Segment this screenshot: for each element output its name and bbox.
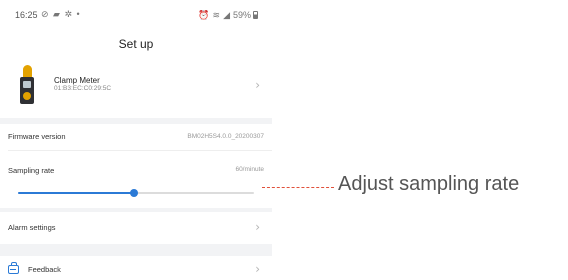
battery-icon <box>253 11 258 19</box>
wifi-icon: ≋ <box>212 10 221 20</box>
chevron-right-icon: › <box>255 220 260 234</box>
feedback-row[interactable]: Feedback › <box>0 256 272 280</box>
slider-fill <box>18 192 134 194</box>
battery-percent: 59% <box>232 10 251 20</box>
status-right: ⏰ ≋ ◢ 59% <box>198 10 258 21</box>
annotation-label: Adjust sampling rate <box>338 173 520 195</box>
page-title: Set up <box>118 37 154 51</box>
sampling-rate-slider[interactable] <box>18 188 254 198</box>
feedback-label: Feedback <box>28 265 61 274</box>
firmware-row: Firmware version BM02H5S4.0.0_20200307 <box>0 124 272 148</box>
status-time: 16:25 <box>15 10 38 20</box>
signal-icon: ◢ <box>223 10 230 20</box>
firmware-value: BM02H5S4.0.0_20200307 <box>187 133 264 140</box>
slider-thumb[interactable] <box>129 189 138 197</box>
divider <box>8 150 272 151</box>
annotation-line <box>262 187 334 188</box>
device-row[interactable]: Clamp Meter 01:B3:EC:C0:29:5C › <box>0 58 272 118</box>
clamp-meter-icon <box>18 65 36 105</box>
firmware-label: Firmware version <box>8 132 66 141</box>
alarm-settings-label: Alarm settings <box>8 223 56 232</box>
feedback-icon <box>8 262 19 274</box>
sampling-label: Sampling rate <box>8 166 55 175</box>
alarm-icon: ⏰ <box>198 10 210 20</box>
phone-screen: 16:25 ⊘ ▰ ✲ • ⏰ ≋ ◢ 59% Set up Clamp Meter … <box>0 0 272 280</box>
section-gap <box>0 244 272 256</box>
notification-icons: ⊘ ▰ ✲ • <box>41 9 81 19</box>
chevron-right-icon: › <box>255 262 260 276</box>
sampling-value: 60/minute <box>235 166 264 173</box>
device-name: Clamp Meter <box>54 76 100 85</box>
status-bar: 16:25 ⊘ ▰ ✲ • ⏰ ≋ ◢ 59% <box>0 0 272 30</box>
chevron-right-icon: › <box>255 78 260 92</box>
alarm-settings-row[interactable]: Alarm settings › <box>0 212 272 242</box>
device-mac: 01:B3:EC:C0:29:5C <box>54 85 112 92</box>
